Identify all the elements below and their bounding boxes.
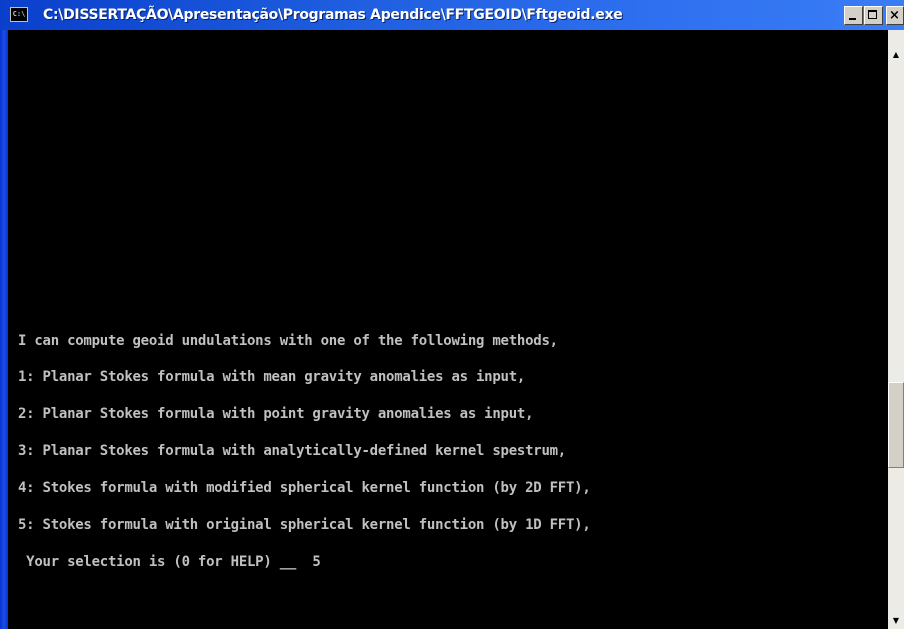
arrow-down-icon: ▼ bbox=[892, 616, 900, 625]
console-output[interactable]: I can compute geoid undulations with one… bbox=[8, 30, 888, 629]
console-prompt[interactable]: Your selection is (0 for HELP) __ 5 bbox=[18, 555, 591, 569]
vertical-scrollbar[interactable]: ▲ ▼ bbox=[888, 30, 904, 629]
console-line-option-4: 4: Stokes formula with modified spherica… bbox=[18, 480, 591, 497]
minimize-icon bbox=[849, 18, 856, 20]
console-line-option-2: 2: Planar Stokes formula with point grav… bbox=[18, 406, 534, 423]
console-line-option-1: 1: Planar Stokes formula with mean gravi… bbox=[18, 369, 526, 386]
arrow-up-icon: ▲ bbox=[892, 50, 900, 59]
window-title: C:\DISSERTAÇÃO\Apresentação\Programas Ap… bbox=[43, 7, 623, 23]
console-line-option-3: 3: Planar Stokes formula with analytical… bbox=[18, 443, 566, 460]
window-frame-left bbox=[0, 30, 8, 629]
maximize-button[interactable] bbox=[864, 6, 883, 25]
title-bar[interactable]: C:\ C:\DISSERTAÇÃO\Apresentação\Programa… bbox=[0, 0, 904, 30]
close-icon: × bbox=[889, 8, 900, 23]
minimize-button[interactable] bbox=[844, 6, 863, 25]
console-line-option-5: 5: Stokes formula with original spherica… bbox=[18, 517, 591, 534]
console-line-intro: I can compute geoid undulations with one… bbox=[18, 332, 558, 349]
console-icon[interactable]: C:\ bbox=[10, 7, 28, 22]
console-window: C:\ C:\DISSERTAÇÃO\Apresentação\Programa… bbox=[0, 0, 904, 629]
scroll-up-button[interactable]: ▲ bbox=[888, 46, 904, 63]
console-text: I can compute geoid undulations with one… bbox=[18, 310, 591, 593]
close-button[interactable]: × bbox=[886, 6, 904, 25]
maximize-icon bbox=[868, 10, 877, 19]
scroll-thumb[interactable] bbox=[888, 382, 904, 468]
scroll-down-button[interactable]: ▼ bbox=[888, 612, 904, 629]
